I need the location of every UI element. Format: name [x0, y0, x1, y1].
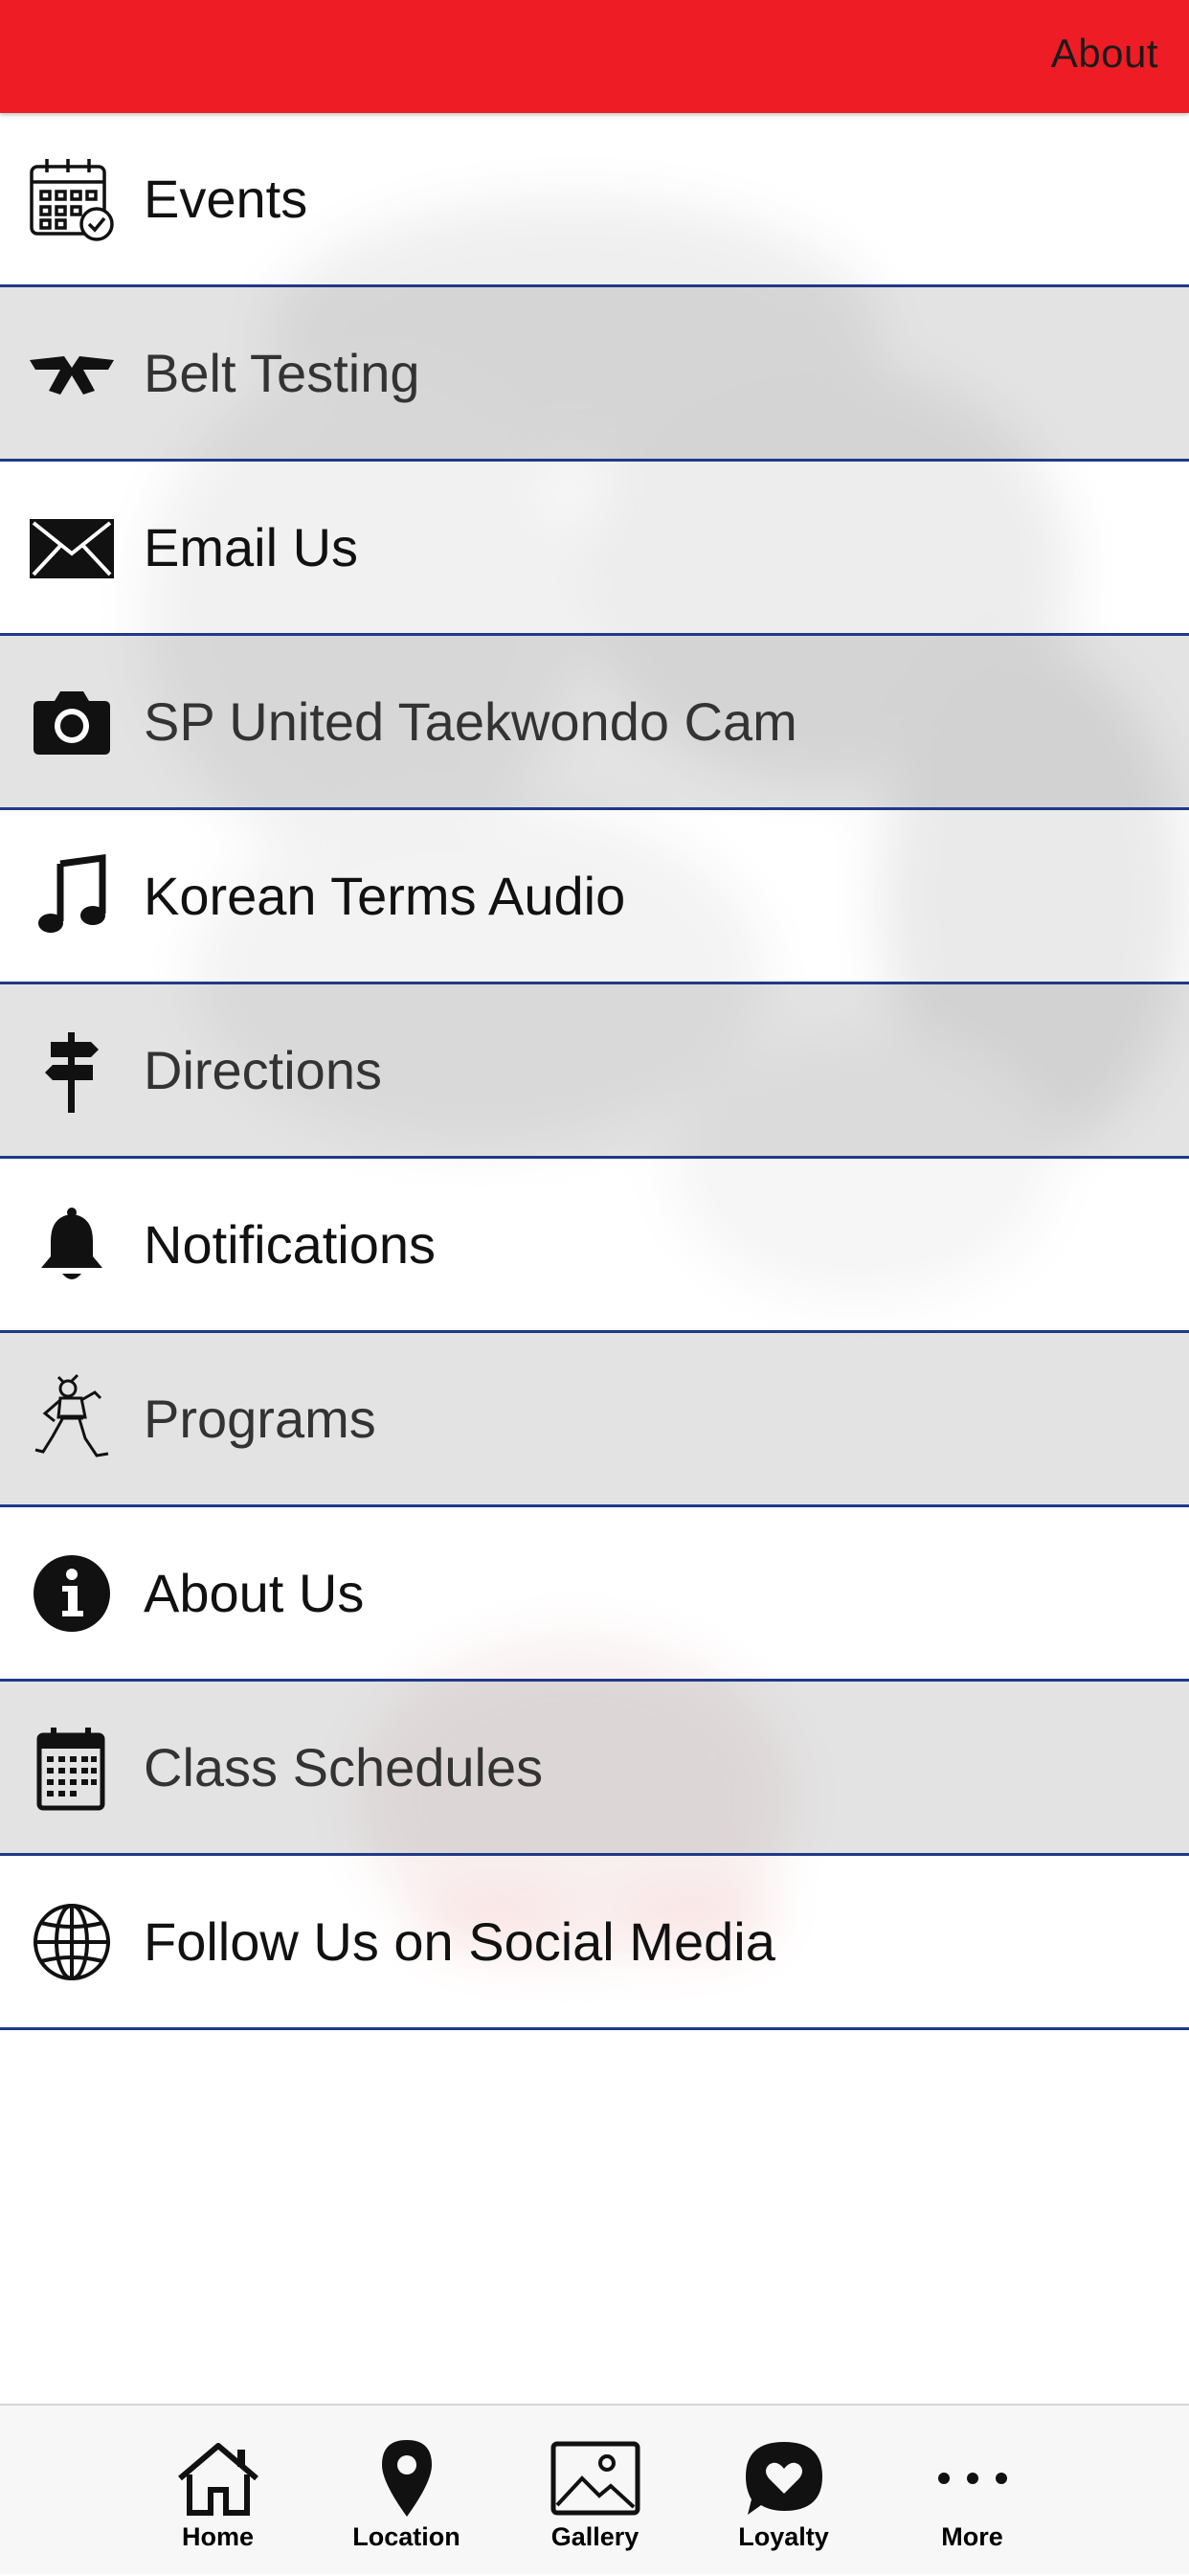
menu-item-belt-testing[interactable]: Belt Testing	[0, 287, 1189, 462]
location-pin-icon	[361, 2438, 453, 2519]
gallery-image-icon	[550, 2438, 641, 2519]
menu-item-follow-us-social[interactable]: Follow Us on Social Media	[0, 1856, 1189, 2030]
tab-gallery[interactable]: Gallery	[501, 2406, 689, 2576]
menu-item-sp-united-cam[interactable]: SP United Taekwondo Cam	[0, 636, 1189, 810]
tab-label: Loyalty	[738, 2522, 829, 2551]
more-dots-icon	[927, 2438, 1019, 2519]
menu-item-label: Email Us	[144, 517, 359, 577]
belt-icon	[0, 286, 144, 461]
menu-item-notifications[interactable]: Notifications	[0, 1159, 1189, 1333]
about-link[interactable]: About	[1051, 31, 1158, 77]
menu-item-label: Directions	[144, 1040, 382, 1100]
tab-label: Gallery	[550, 2522, 639, 2551]
menu-item-programs[interactable]: Programs	[0, 1333, 1189, 1507]
tab-label: Location	[352, 2522, 460, 2551]
tab-label: More	[941, 2522, 1003, 2551]
menu-item-label: Programs	[144, 1389, 376, 1449]
menu-item-label: Events	[144, 169, 308, 229]
info-icon	[0, 1506, 144, 1681]
bell-icon	[0, 1158, 144, 1332]
menu-item-label: Notifications	[144, 1214, 437, 1275]
menu-item-events[interactable]: Events	[0, 113, 1189, 287]
menu-item-directions[interactable]: Directions	[0, 984, 1189, 1159]
home-icon	[172, 2438, 264, 2519]
tab-more[interactable]: More	[878, 2406, 1066, 2576]
menu-item-label: Belt Testing	[144, 343, 420, 403]
menu-item-about-us[interactable]: About Us	[0, 1507, 1189, 1682]
menu-item-label: Follow Us on Social Media	[144, 1911, 775, 1972]
header-bar: About	[0, 0, 1189, 113]
menu-item-class-schedules[interactable]: Class Schedules	[0, 1682, 1189, 1856]
menu-item-email-us[interactable]: Email Us	[0, 462, 1189, 636]
globe-icon	[0, 1855, 144, 2029]
calendar-icon	[0, 1681, 144, 1855]
tab-home[interactable]: Home	[123, 2406, 312, 2576]
bottom-tab-bar: Home Location Gallery Loyalty More	[0, 2404, 1189, 2574]
menu-item-label: Korean Terms Audio	[144, 866, 626, 926]
menu-item-label: About Us	[144, 1563, 365, 1623]
menu-item-label: Class Schedules	[144, 1737, 544, 1797]
tab-label: Home	[181, 2522, 254, 2551]
camera-icon	[0, 635, 144, 809]
signpost-icon	[0, 983, 144, 1158]
menu-item-label: SP United Taekwondo Cam	[144, 691, 797, 752]
loyalty-heart-icon	[738, 2438, 830, 2519]
tab-location[interactable]: Location	[312, 2406, 501, 2576]
menu-list: Events Belt Testing Email Us SP United T…	[0, 113, 1189, 2030]
calendar-check-icon	[0, 112, 144, 286]
music-note-icon	[0, 809, 144, 983]
tab-loyalty[interactable]: Loyalty	[689, 2406, 878, 2576]
envelope-icon	[0, 461, 144, 635]
menu-item-korean-terms-audio[interactable]: Korean Terms Audio	[0, 810, 1189, 984]
martial-artist-icon	[0, 1332, 144, 1506]
